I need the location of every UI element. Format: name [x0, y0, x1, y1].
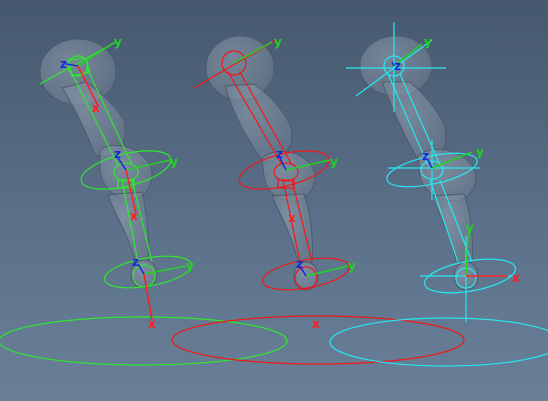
green-top-z-label: z — [60, 57, 67, 71]
cyan-low-y-label: y — [466, 221, 474, 235]
green-mid-x-label: x — [130, 209, 138, 223]
green-bottom-x-label: x — [148, 317, 156, 331]
red-top-y-label: y — [274, 35, 282, 49]
red-mid-z-label: z — [276, 147, 283, 161]
viewport-3d[interactable]: z y x z y x z y x y z y x z y x z y z y … — [0, 0, 548, 401]
cyan-top-z-label: z — [394, 59, 401, 73]
red-leg-mesh — [205, 35, 319, 291]
red-bottom-x-label: x — [312, 317, 320, 331]
scene: z y x z y x z y x y z y x z y x z y z y … — [0, 22, 548, 367]
green-top-y-label: y — [114, 35, 122, 49]
green-top-x-label: x — [92, 101, 100, 115]
cyan-rig[interactable]: z y z y y x — [329, 22, 548, 367]
red-low-y-label: y — [348, 259, 356, 273]
green-low-y-label: y — [186, 259, 194, 273]
cyan-top-y-label: y — [424, 35, 432, 49]
red-mid-y-label: y — [330, 155, 338, 169]
cyan-mid-y-label: y — [476, 145, 484, 159]
cyan-mid-z-label: z — [422, 149, 429, 163]
green-mid-y-label: y — [170, 155, 178, 169]
cyan-bottom-x-label: x — [512, 271, 520, 285]
red-low-z-label: z — [296, 257, 303, 271]
green-mid-z-label: z — [114, 147, 121, 161]
green-low-z-label: z — [132, 255, 139, 269]
red-mid-x-label: x — [288, 211, 296, 225]
cyan-leg-mesh — [359, 35, 479, 291]
